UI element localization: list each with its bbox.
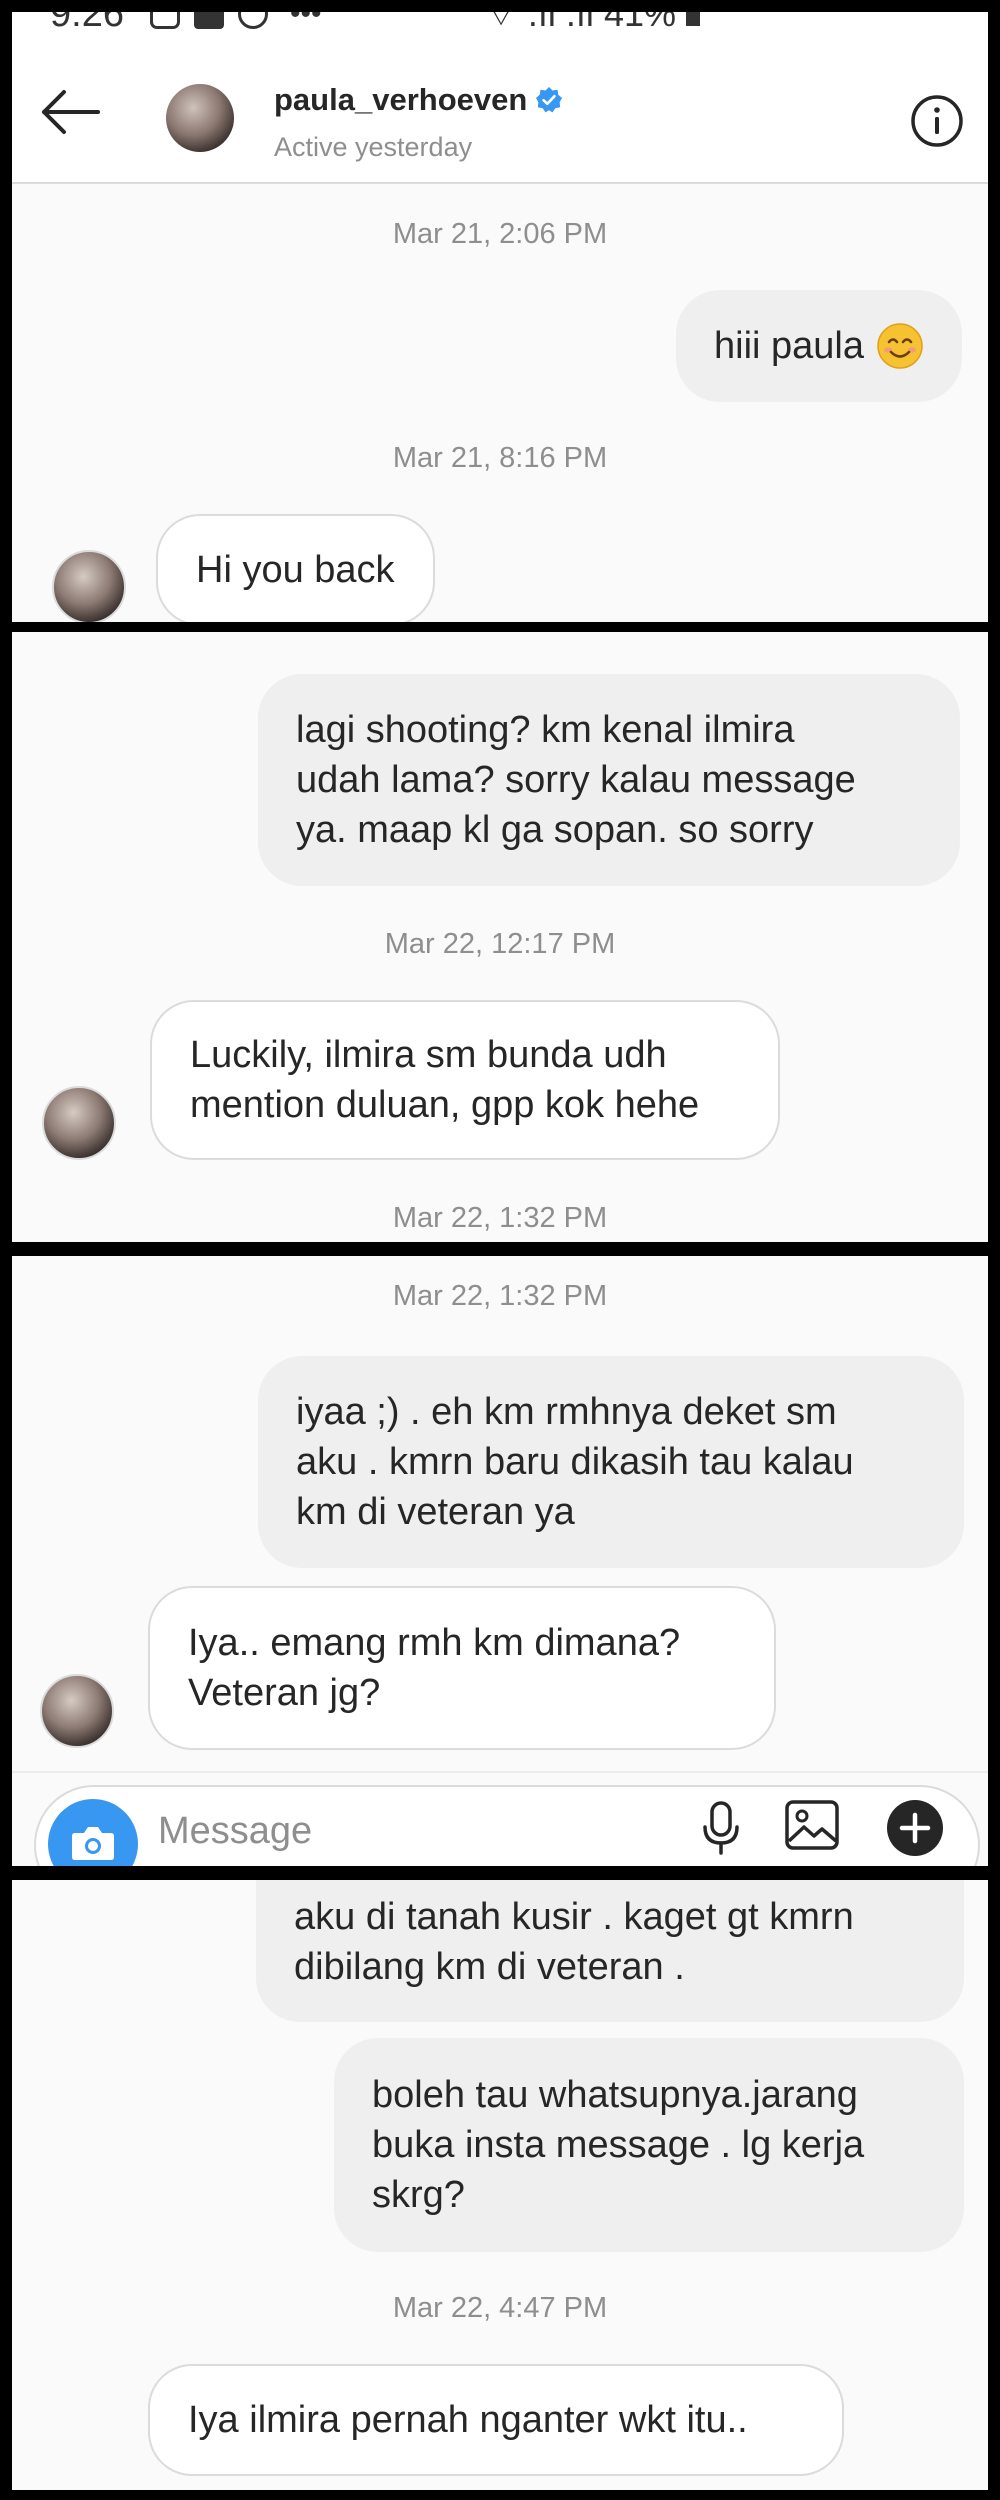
received-message[interactable]: Luckily, ilmira sm bunda udh mention dul…: [150, 1000, 780, 1160]
sent-message[interactable]: lagi shooting? km kenal ilmira udah lama…: [258, 674, 960, 886]
sender-avatar[interactable]: [40, 1674, 114, 1748]
message-text: Iya ilmira pernah nganter wkt itu..: [188, 2399, 748, 2441]
timestamp: Mar 21, 2:06 PM: [392, 218, 608, 250]
chat-panel-4: aku di tanah kusir . kaget gt kmrn dibil…: [12, 1880, 988, 2490]
camera-icon: [72, 1827, 114, 1860]
verified-badge-icon: [536, 87, 563, 113]
message-text: Iya.. emang rmh km dimana? Veteran jg?: [188, 1622, 681, 1714]
sender-avatar[interactable]: [42, 1086, 116, 1160]
sent-message[interactable]: hiii paula: [676, 290, 962, 402]
received-message[interactable]: Iya ilmira pernah nganter wkt itu..: [148, 2364, 844, 2476]
chat-header: paula_verhoeven Active yesterday: [12, 38, 988, 184]
s-app-notification-icon: [193, 12, 224, 29]
active-status: Active yesterday: [274, 132, 473, 162]
gallery-icon: [785, 1800, 839, 1850]
battery-percent: 41%: [603, 12, 676, 34]
received-message[interactable]: Hi you back: [156, 514, 435, 622]
sender-avatar[interactable]: [52, 550, 126, 622]
status-bar: 9:26 ••• ⌔ .ıl .ıl 41%: [12, 12, 988, 38]
chat-panel-2: lagi shooting? km kenal ilmira udah lama…: [12, 632, 988, 1242]
message-text: Luckily, ilmira sm bunda udh mention dul…: [190, 1034, 700, 1126]
profile-avatar[interactable]: [166, 84, 234, 152]
battery-icon: [686, 12, 700, 26]
instagram-notification-icon: [149, 12, 180, 29]
username-row[interactable]: paula_verhoeven: [274, 82, 563, 118]
timestamp: Mar 21, 8:16 PM: [392, 442, 608, 474]
message-text: lagi shooting? km kenal ilmira udah lama…: [296, 709, 856, 851]
sent-message[interactable]: aku di tanah kusir . kaget gt kmrn dibil…: [256, 1880, 964, 2022]
back-arrow-icon: [42, 90, 100, 134]
message-text: iyaa ;) . eh km rmhnya deket sm aku . km…: [296, 1391, 854, 1533]
smiling-face-emoji: [877, 323, 923, 369]
sent-message[interactable]: boleh tau whatsupnya.jarang buka insta m…: [334, 2038, 964, 2252]
wifi-signal-icon: ⌔ .ıl .ıl: [484, 12, 594, 34]
microphone-icon: [703, 1801, 739, 1855]
whatsapp-notification-icon: [237, 12, 268, 29]
microphone-button[interactable]: [696, 1797, 746, 1857]
username: paula_verhoeven: [274, 82, 528, 117]
plus-icon: [887, 1800, 943, 1856]
message-text: aku di tanah kusir . kaget gt kmrn dibil…: [294, 1896, 854, 1988]
info-button[interactable]: [910, 94, 964, 148]
more-notifications-icon: •••: [289, 12, 322, 30]
message-text: hiii paula: [714, 325, 864, 367]
timestamp: Mar 22, 4:47 PM: [392, 2292, 608, 2324]
camera-button[interactable]: [48, 1799, 138, 1866]
timestamp: Mar 22, 1:32 PM: [392, 1280, 608, 1312]
message-text: Hi you back: [196, 549, 395, 591]
message-text: boleh tau whatsupnya.jarang buka insta m…: [372, 2074, 865, 2216]
chat-panel-3: Mar 22, 1:32 PM iyaa ;) . eh km rmhnya d…: [12, 1256, 988, 1866]
composer-divider: [12, 1771, 988, 1773]
sent-message[interactable]: iyaa ;) . eh km rmhnya deket sm aku . km…: [258, 1356, 964, 1568]
plus-button[interactable]: [886, 1799, 944, 1857]
back-button[interactable]: [40, 90, 100, 134]
timestamp: Mar 22, 12:17 PM: [384, 928, 616, 960]
message-composer: [34, 1785, 980, 1866]
info-icon: [911, 95, 963, 147]
chat-panel-1: 9:26 ••• ⌔ .ıl .ıl 41% paula_verhoeven A…: [12, 12, 988, 622]
status-time: 9:26: [50, 12, 124, 35]
received-message[interactable]: Iya.. emang rmh km dimana? Veteran jg?: [148, 1586, 776, 1750]
gallery-button[interactable]: [784, 1799, 840, 1851]
timestamp: Mar 22, 1:32 PM: [392, 1202, 608, 1234]
message-input[interactable]: [158, 1801, 678, 1861]
